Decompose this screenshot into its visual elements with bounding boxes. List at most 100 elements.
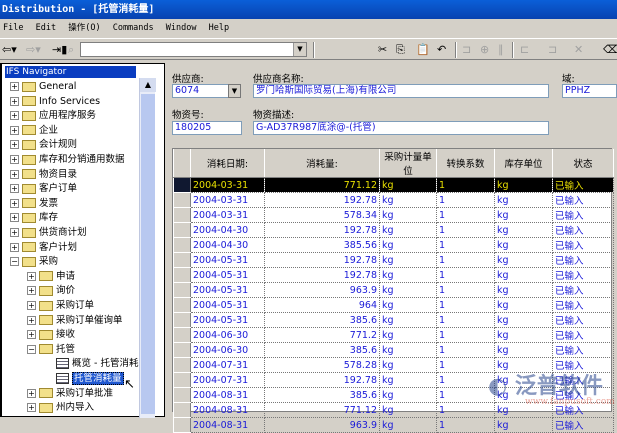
cell-inventory-unit[interactable]: kg [494,267,553,283]
tree-item[interactable]: + 采购订单催询单 [27,314,123,328]
duplicate-icon[interactable]: ∥ [498,43,504,56]
cell-quantity[interactable]: 578.34 [264,207,380,223]
column-header-conversion-factor[interactable]: 转换系数 [436,149,495,178]
cell-quantity[interactable]: 192.78 [264,252,380,268]
cell-date[interactable]: 2004-08-31 [190,387,265,403]
cell-quantity[interactable]: 963.9 [264,282,380,298]
row-selector[interactable] [173,267,191,283]
expand-icon[interactable]: + [10,125,19,135]
expand-icon[interactable]: + [10,213,19,223]
part-no-field[interactable]: 180205 [172,121,242,135]
tree-item[interactable]: + 物资目录 [10,168,77,182]
expand-icon[interactable]: + [27,403,36,413]
supplier-name-field[interactable]: 罗门哈斯国际贸易(上海)有限公司 [253,84,549,98]
cell-inventory-unit[interactable]: kg [494,327,553,343]
supplier-dropdown-icon[interactable]: ▼ [228,84,241,98]
query-icon[interactable]: ⊕ [480,43,489,56]
cell-date[interactable]: 2004-05-31 [190,312,265,328]
cell-conversion-factor[interactable]: 1 [436,222,495,238]
table-row[interactable]: 2004-06-30 385.6 kg 1 kg 已输入 [173,342,614,358]
cell-inventory-unit[interactable]: kg [494,342,553,358]
row-selector[interactable] [173,252,191,268]
table-row[interactable]: 2004-03-31 771.12 kg 1 kg 已输入 [173,177,614,193]
cell-inventory-unit[interactable]: kg [494,177,553,193]
navigation-combo[interactable]: ▼ [80,42,307,57]
cell-purchase-unit[interactable]: kg [379,177,437,193]
tree-item[interactable]: + 采购订单 [27,299,94,313]
cell-purchase-unit[interactable]: kg [379,237,437,253]
cell-purchase-unit[interactable]: kg [379,417,437,433]
cell-purchase-unit[interactable]: kg [379,402,437,418]
cell-conversion-factor[interactable]: 1 [436,387,495,403]
cell-inventory-unit[interactable]: kg [494,417,553,433]
cell-date[interactable]: 2004-05-31 [190,282,265,298]
cell-quantity[interactable]: 578.28 [264,357,380,373]
cell-quantity[interactable]: 964 [264,297,380,313]
cell-date[interactable]: 2004-07-31 [190,372,265,388]
tree-item[interactable]: + 申请 [27,270,75,284]
row-selector[interactable] [173,357,191,373]
table-row[interactable]: 2004-08-31 963.9 kg 1 kg 已输入 [173,417,614,433]
collapse-icon[interactable]: − [27,344,36,354]
cell-inventory-unit[interactable]: kg [494,252,553,268]
tree-item[interactable]: + 客户计划 [10,241,77,255]
navigator-scrollbar[interactable]: ▲ [139,78,156,418]
tree-item[interactable]: − 托管 [27,343,75,357]
cell-quantity[interactable]: 771.2 [264,327,380,343]
cell-status[interactable]: 已输入 [552,267,614,283]
row-selector[interactable] [173,207,191,223]
row-selector[interactable] [173,327,191,343]
expand-icon[interactable]: + [27,315,36,325]
cell-quantity[interactable]: 963.9 [264,417,380,433]
row-selector[interactable] [173,417,191,433]
cell-date[interactable]: 2004-04-30 [190,222,265,238]
cell-status[interactable]: 已输入 [552,252,614,268]
tree-item[interactable]: + 企业 [10,124,58,138]
cell-date[interactable]: 2004-06-30 [190,342,265,358]
site-field[interactable]: PPHZ [562,84,617,98]
save-icon[interactable]: ⊏ [520,43,529,56]
cell-purchase-unit[interactable]: kg [379,207,437,223]
expand-icon[interactable]: + [10,198,19,208]
row-selector[interactable] [173,402,191,418]
expand-icon[interactable]: + [27,330,36,340]
menu-help[interactable]: Help [209,23,229,33]
cell-quantity[interactable]: 192.78 [264,267,380,283]
expand-icon[interactable]: + [10,140,19,150]
supplier-field[interactable]: 6074 [172,84,232,98]
cell-status[interactable]: 已输入 [552,237,614,253]
tree-item[interactable]: + Info Services [10,95,100,109]
row-selector[interactable] [173,282,191,298]
cell-date[interactable]: 2004-08-31 [190,402,265,418]
copy-icon[interactable]: ⎘ [396,43,405,57]
collapse-icon[interactable]: − [10,257,19,267]
expand-icon[interactable]: + [27,301,36,310]
tree-item[interactable]: + 客户订单 [10,182,77,196]
cell-conversion-factor[interactable]: 1 [436,252,495,268]
cell-date[interactable]: 2004-04-30 [190,237,265,253]
tree-item[interactable]: − 采购 [10,255,58,269]
cell-status[interactable]: 已输入 [552,342,614,358]
tree-item[interactable]: + 应用程序服务 [10,109,96,123]
tree-item[interactable]: 托管消耗量 [44,372,124,386]
cell-conversion-factor[interactable]: 1 [436,237,495,253]
cell-purchase-unit[interactable]: kg [379,222,437,238]
menu-edit[interactable]: Edit [36,23,56,33]
cell-purchase-unit[interactable]: kg [379,267,437,283]
row-selector[interactable] [173,192,191,208]
cell-date[interactable]: 2004-05-31 [190,267,265,283]
table-row[interactable]: 2004-05-31 963.9 kg 1 kg 已输入 [173,282,614,298]
cell-purchase-unit[interactable]: kg [379,327,437,343]
cell-status[interactable]: 已输入 [552,222,614,238]
expand-icon[interactable]: + [10,228,19,237]
part-desc-field[interactable]: G-AD37R987底涂@-(托管) [253,121,549,135]
cell-inventory-unit[interactable]: kg [494,207,553,223]
table-row[interactable]: 2004-04-30 192.78 kg 1 kg 已输入 [173,222,614,238]
row-selector[interactable] [173,342,191,358]
expand-icon[interactable]: + [10,111,19,121]
cell-purchase-unit[interactable]: kg [379,252,437,268]
cell-conversion-factor[interactable]: 1 [436,177,495,193]
database-icon[interactable]: ⇥▮ [52,43,67,56]
erase-icon[interactable]: ⌫ [603,43,617,56]
expand-icon[interactable]: + [10,155,19,164]
